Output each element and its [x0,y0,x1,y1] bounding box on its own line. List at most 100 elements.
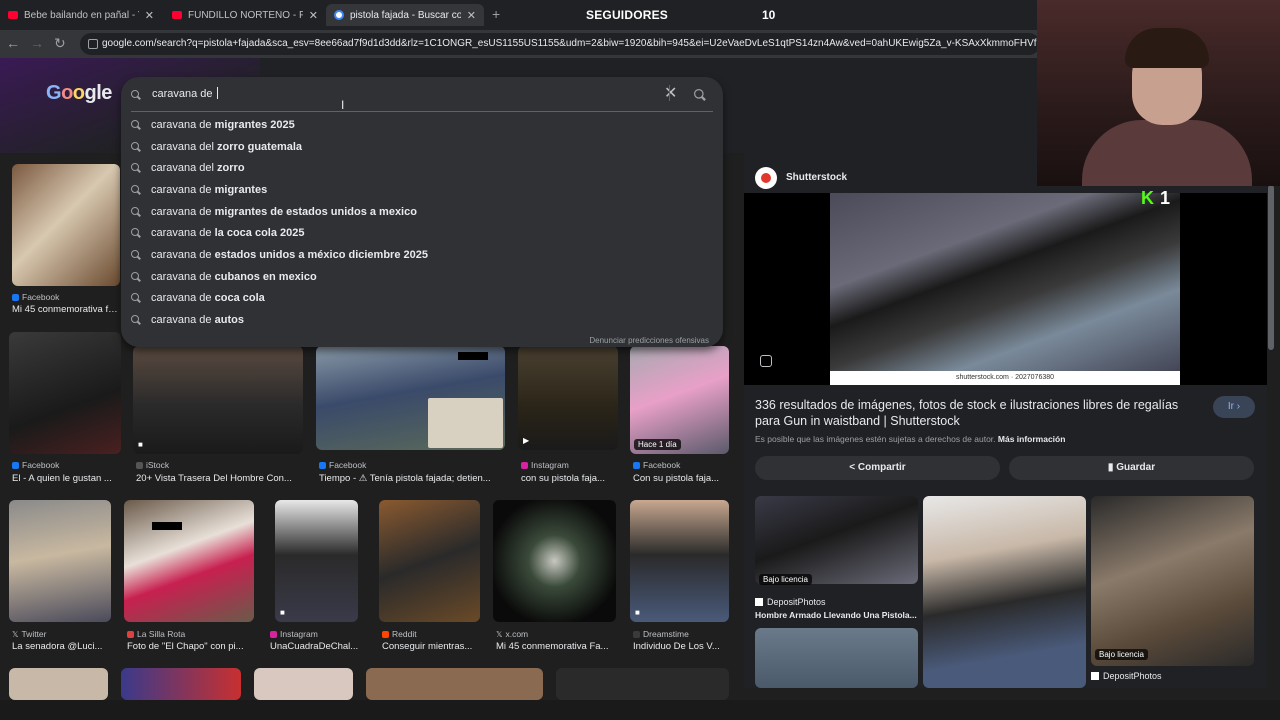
preview-title[interactable]: 336 resultados de imágenes, fotos de sto… [755,397,1205,429]
result-caption[interactable]: Tiempo - ⚠ Tenía pistola fajada; detien.… [319,473,509,484]
suggestion-item[interactable]: caravana de migrantes [121,179,723,201]
result-source: Dreamstime [633,629,689,639]
new-tab-icon[interactable]: + [492,6,500,22]
result-source: Instagram [521,460,569,470]
search-input[interactable]: caravana de [152,87,218,100]
result-caption[interactable]: 20+ Vista Trasera Del Hombre Con... [136,473,306,484]
related-image[interactable] [923,496,1086,688]
image-result[interactable]: ■ [630,500,729,622]
followers-label: SEGUIDORES [586,8,669,22]
image-result[interactable] [9,332,121,454]
result-caption[interactable]: Conseguir mientras... [382,641,480,652]
result-caption[interactable]: Individuo De Los V... [633,641,729,652]
image-result[interactable]: ▶ [518,346,618,450]
tab-youtube-bebe[interactable]: Bebe bailando en pañal - YouTube ✕ [0,4,162,26]
related-image[interactable] [755,628,918,688]
share-icon: < [849,462,858,473]
result-caption[interactable]: con su pistola faja... [521,473,621,484]
text-cursor-icon: I [341,98,345,112]
reddit-icon [382,631,389,638]
suggestion-item[interactable]: caravana de la coca cola 2025 [121,222,723,244]
image-result[interactable]: ■ [133,346,303,454]
result-caption[interactable]: UnaCuadraDeChal... [270,641,366,652]
image-preview-panel: Shutterstock shutterstock.com · 20270763… [744,153,1267,688]
inset-photo [428,398,503,448]
close-icon[interactable]: ✕ [309,9,318,22]
result-caption[interactable]: La senadora @Luci... [12,641,114,652]
related-image[interactable] [1091,496,1254,666]
google-logo[interactable]: Google [46,82,112,105]
youtube-icon [172,11,182,19]
clear-icon[interactable]: ✕ [664,83,677,103]
image-result[interactable] [254,668,353,700]
search-icon [131,315,141,325]
related-source: DepositPhotos [755,597,826,607]
close-icon[interactable]: ✕ [145,9,154,22]
panel-scrollbar[interactable] [1268,185,1274,350]
image-result[interactable] [493,500,616,622]
save-button[interactable]: ▮ Guardar [1009,456,1254,480]
report-predictions-link[interactable]: Denunciar predicciones ofensivas [589,336,709,345]
suggestion-item[interactable]: caravana de cubanos en mexico [121,266,723,288]
result-caption[interactable]: Con su pistola faja... [633,473,729,484]
result-source: 𝕏x.com [496,629,529,639]
suggestion-item[interactable]: caravana de autos [121,309,723,331]
license-badge: Bajo licencia [1095,649,1148,660]
result-source: iStock [136,460,169,470]
suggestion-item[interactable]: caravana del zorro [121,157,723,179]
image-result[interactable] [9,500,111,622]
result-caption[interactable]: Mi 45 conmemorativa Fa... [496,641,619,652]
reload-icon[interactable]: ↻ [54,35,66,52]
image-result[interactable] [366,668,543,700]
result-source: Facebook [12,292,59,302]
kick-badge: K1 [1141,188,1170,209]
tab-google-search[interactable]: pistola fajada - Buscar con Google ✕ [326,4,484,26]
more-info-link[interactable]: Más información [998,434,1066,444]
image-result[interactable] [556,668,729,700]
preview-image[interactable] [830,193,1180,385]
visit-button[interactable]: Ir › [1213,396,1255,418]
result-caption[interactable]: El - A quien le gustan ... [12,473,124,484]
result-caption[interactable]: Mi 45 conmemorativa faj... [12,304,120,315]
suggestion-item[interactable]: caravana de migrantes de estados unidos … [121,201,723,223]
image-result[interactable] [379,500,480,622]
censor-bar [152,522,182,530]
suggestion-item[interactable]: caravana de estados unidos a méxico dici… [121,244,723,266]
tab-youtube-fundillo[interactable]: FUNDILLO NORTEÑO - FUTA - YouTube ✕ [164,4,326,26]
video-icon: ■ [138,440,143,449]
suggestion-item[interactable]: caravana de migrantes 2025 [121,114,723,136]
image-result[interactable] [9,668,108,700]
suggestion-item[interactable]: caravana del zorro guatemala [121,136,723,158]
close-icon[interactable]: ✕ [467,9,476,22]
suggestion-item[interactable]: caravana de coca cola [121,288,723,310]
image-result[interactable] [12,164,120,286]
lens-icon[interactable] [760,355,772,367]
dreamstime-icon [633,631,640,638]
search-icon [131,271,141,282]
related-image[interactable] [755,496,918,584]
site-info-icon[interactable] [88,39,98,49]
image-result[interactable] [124,500,254,622]
address-bar[interactable]: google.com/search?q=pistola+fajada&sca_e… [80,33,1040,55]
tab-title: pistola fajada - Buscar con Google [350,9,461,21]
image-result[interactable] [316,346,505,450]
result-caption[interactable]: Foto de "El Chapo" con pi... [127,641,257,652]
search-icon [131,228,141,238]
lasillarota-icon [127,631,134,638]
suggestion-list: caravana de migrantes 2025 caravana del … [121,114,723,331]
back-icon[interactable]: ← [6,35,20,51]
video-icon: ▶ [523,436,530,445]
related-caption[interactable]: Hombre Armado Llevando Una Pistola... [755,610,918,620]
instagram-icon [270,631,277,638]
search-icon [131,163,141,173]
forward-icon[interactable]: → [30,35,44,51]
license-badge: Bajo licencia [759,574,812,585]
google-icon [334,10,344,20]
image-result[interactable] [121,668,241,700]
image-result[interactable]: ■ [275,500,358,622]
image-result[interactable]: Hace 1 día [630,346,729,454]
x-icon: 𝕏 [12,630,19,639]
search-submit-icon[interactable] [694,87,705,105]
share-button[interactable]: < Compartir [755,456,1000,480]
preview-site-name[interactable]: Shutterstock [786,172,847,183]
